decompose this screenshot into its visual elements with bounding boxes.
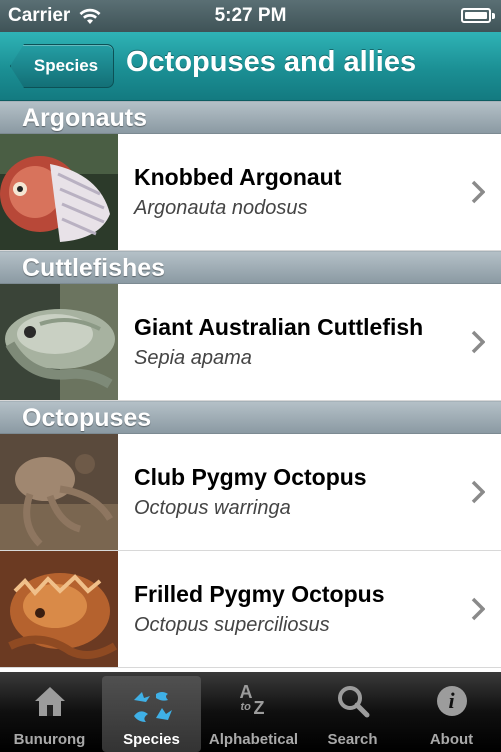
frilled-pygmy-octopus-thumbnail [0, 551, 118, 667]
back-button[interactable]: Species [10, 44, 114, 88]
scientific-name: Octopus warringa [134, 497, 291, 519]
scientific-name: Sepia apama [134, 347, 252, 369]
cuttlefish-thumbnail [0, 284, 118, 400]
a-glyph: A [239, 682, 253, 702]
search-icon [337, 686, 369, 718]
list-item[interactable]: Club Pygmy Octopus Octopus warringa [0, 434, 501, 551]
status-bar: Carrier 5:27 PM [0, 0, 501, 32]
species-icon [133, 692, 172, 722]
list-item[interactable]: Frilled Pygmy Octopus Octopus supercilio… [0, 551, 501, 668]
tab-label: Alphabetical [208, 731, 299, 748]
species-name: Club Pygmy Octopus [134, 464, 367, 490]
tab-label: Species [123, 731, 180, 748]
list-item[interactable]: Knobbed Argonaut Argonauta nodosus [0, 134, 501, 251]
scientific-name: Octopus superciliosus [134, 614, 330, 636]
house-icon [34, 687, 65, 716]
species-name: Giant Australian Cuttlefish [134, 314, 424, 340]
page-title: Octopuses and allies [126, 46, 417, 78]
tab-bar: Bunurong Species A to Z Alphabetical Sea… [0, 672, 501, 752]
to-glyph: to [240, 701, 251, 713]
back-button-label: Species [33, 56, 99, 75]
battery-icon [461, 8, 495, 23]
chevron-right-icon [471, 330, 485, 354]
status-time: 5:27 PM [214, 5, 287, 26]
info-glyph: i [448, 688, 455, 713]
list-item[interactable]: Giant Australian Cuttlefish Sepia apama [0, 284, 501, 401]
tab-label: Bunurong [13, 731, 86, 748]
chevron-right-icon [471, 180, 485, 204]
tab-about[interactable]: i About [402, 672, 501, 752]
section-header-cuttlefishes: Cuttlefishes [0, 251, 501, 284]
species-name: Knobbed Argonaut [134, 164, 342, 190]
chevron-right-icon [471, 597, 485, 621]
chevron-right-icon [471, 480, 485, 504]
tab-alphabetical[interactable]: A to Z Alphabetical [204, 672, 303, 752]
species-list: Argonauts Knobbed Argonaut Argonauta nod… [0, 101, 501, 668]
scientific-name: Argonauta nodosus [134, 197, 308, 219]
club-pygmy-octopus-thumbnail [0, 434, 118, 550]
tab-species[interactable]: Species [102, 676, 201, 752]
section-header-octopuses: Octopuses [0, 401, 501, 434]
tab-search[interactable]: Search [303, 672, 402, 752]
tab-bunurong[interactable]: Bunurong [0, 672, 99, 752]
tab-label: About [429, 731, 474, 748]
info-icon: i [436, 686, 467, 716]
a-to-z-icon: A to Z [236, 682, 272, 720]
tab-label: Search [327, 731, 378, 748]
species-name: Frilled Pygmy Octopus [134, 581, 385, 607]
z-glyph: Z [253, 698, 265, 718]
navigation-bar: Species Octopuses and allies [0, 32, 501, 101]
argonaut-thumbnail [0, 134, 118, 250]
section-header-argonauts: Argonauts [0, 101, 501, 134]
